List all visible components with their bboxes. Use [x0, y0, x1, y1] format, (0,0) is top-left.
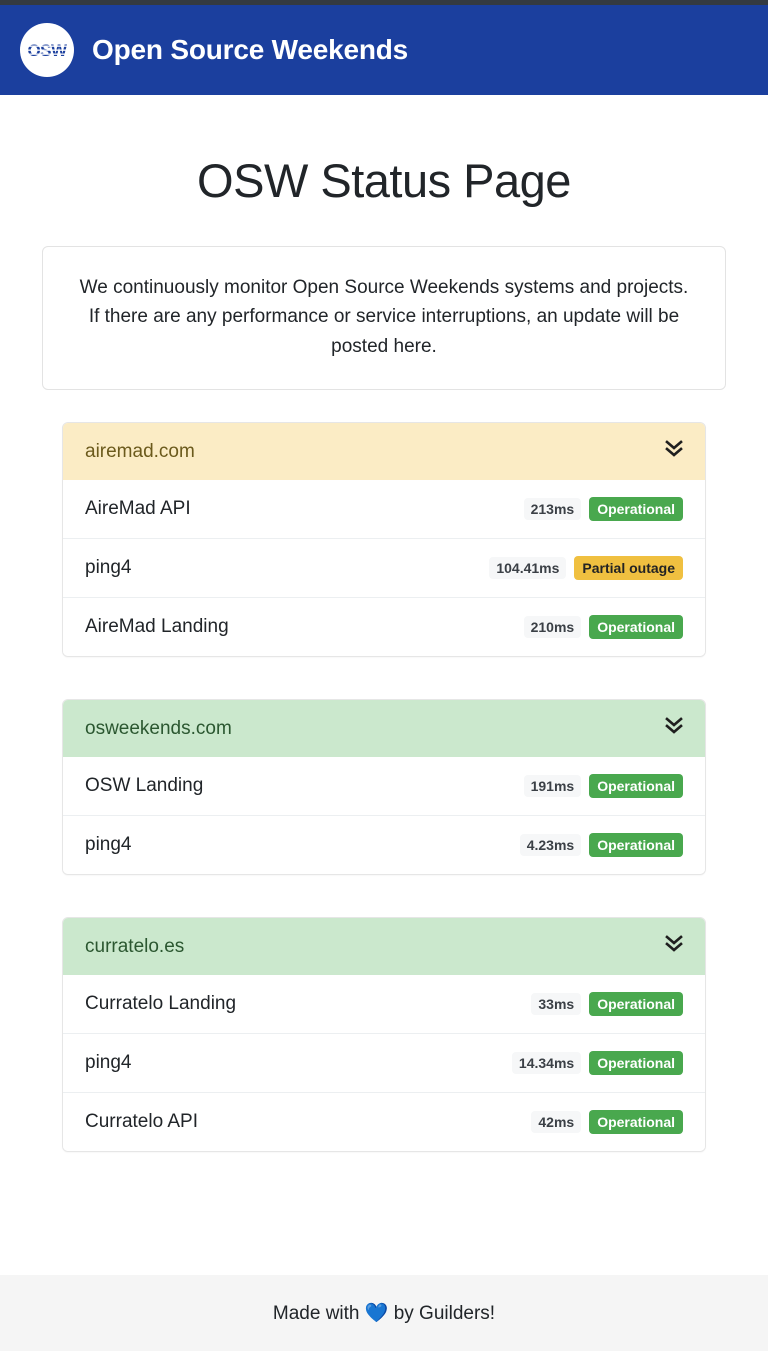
status-group-curratelo: curratelo.es Curratelo Landing 33ms Oper… — [62, 917, 706, 1152]
osw-logo-icon: OSW — [20, 23, 74, 77]
latency-badge: 104.41ms — [489, 557, 566, 579]
status-group-airemad: airemad.com AireMad API 213ms Operationa… — [62, 422, 706, 657]
table-row[interactable]: ping4 104.41ms Partial outage — [63, 538, 705, 597]
service-metrics: 213ms Operational — [524, 497, 683, 521]
service-name: ping4 — [85, 834, 132, 856]
table-row[interactable]: AireMad Landing 210ms Operational — [63, 597, 705, 656]
group-domain-label: airemad.com — [85, 442, 195, 461]
footer-suffix: by Guilders! — [388, 1303, 495, 1324]
table-row[interactable]: AireMad API 213ms Operational — [63, 480, 705, 538]
intro-card: We continuously monitor Open Source Week… — [42, 246, 726, 390]
group-header-airemad[interactable]: airemad.com — [63, 423, 705, 480]
group-domain-label: curratelo.es — [85, 937, 184, 956]
status-badge: Operational — [589, 497, 683, 521]
top-navbar: OSW Open Source Weekends — [0, 5, 768, 95]
svg-text:OSW: OSW — [27, 41, 68, 60]
status-group-osweekends: osweekends.com OSW Landing 191ms Operati… — [62, 699, 706, 875]
page-footer: Made with 💙 by Guilders! — [0, 1275, 768, 1351]
blue-heart-icon: 💙 — [365, 1303, 389, 1324]
latency-badge: 33ms — [531, 993, 581, 1015]
service-metrics: 14.34ms Operational — [512, 1051, 683, 1075]
latency-badge: 4.23ms — [520, 834, 581, 856]
status-groups: airemad.com AireMad API 213ms Operationa… — [42, 422, 726, 1152]
service-metrics: 210ms Operational — [524, 615, 683, 639]
service-name: OSW Landing — [85, 775, 203, 797]
brand-title: Open Source Weekends — [92, 36, 408, 64]
latency-badge: 14.34ms — [512, 1052, 581, 1074]
service-name: AireMad API — [85, 498, 191, 520]
latency-badge: 210ms — [524, 616, 582, 638]
status-badge: Operational — [589, 1051, 683, 1075]
latency-badge: 191ms — [524, 775, 582, 797]
service-name: AireMad Landing — [85, 616, 229, 638]
status-badge: Operational — [589, 1110, 683, 1134]
table-row[interactable]: Curratelo API 42ms Operational — [63, 1092, 705, 1151]
footer-prefix: Made with — [273, 1303, 365, 1324]
service-name: ping4 — [85, 557, 132, 579]
table-row[interactable]: OSW Landing 191ms Operational — [63, 757, 705, 815]
footer-credit: Made with 💙 by Guilders! — [273, 1301, 495, 1325]
double-chevron-down-icon[interactable] — [665, 934, 683, 959]
intro-text: We continuously monitor Open Source Week… — [77, 273, 691, 361]
table-row[interactable]: ping4 4.23ms Operational — [63, 815, 705, 874]
service-metrics: 104.41ms Partial outage — [489, 556, 683, 580]
service-metrics: 33ms Operational — [531, 992, 683, 1016]
double-chevron-down-icon[interactable] — [665, 439, 683, 464]
table-row[interactable]: ping4 14.34ms Operational — [63, 1033, 705, 1092]
status-badge: Operational — [589, 833, 683, 857]
service-name: ping4 — [85, 1052, 132, 1074]
status-badge: Operational — [589, 992, 683, 1016]
group-header-curratelo[interactable]: curratelo.es — [63, 918, 705, 975]
group-domain-label: osweekends.com — [85, 719, 232, 738]
page-container: OSW Status Page We continuously monitor … — [42, 95, 726, 1152]
service-metrics: 191ms Operational — [524, 774, 683, 798]
service-metrics: 42ms Operational — [531, 1110, 683, 1134]
group-header-osweekends[interactable]: osweekends.com — [63, 700, 705, 757]
service-name: Curratelo API — [85, 1111, 198, 1133]
page-title: OSW Status Page — [42, 153, 726, 208]
status-badge: Partial outage — [574, 556, 683, 580]
latency-badge: 42ms — [531, 1111, 581, 1133]
double-chevron-down-icon[interactable] — [665, 716, 683, 741]
status-badge: Operational — [589, 774, 683, 798]
latency-badge: 213ms — [524, 498, 582, 520]
status-badge: Operational — [589, 615, 683, 639]
brand-home-link[interactable]: OSW Open Source Weekends — [20, 23, 408, 77]
service-metrics: 4.23ms Operational — [520, 833, 683, 857]
table-row[interactable]: Curratelo Landing 33ms Operational — [63, 975, 705, 1033]
service-name: Curratelo Landing — [85, 993, 236, 1015]
